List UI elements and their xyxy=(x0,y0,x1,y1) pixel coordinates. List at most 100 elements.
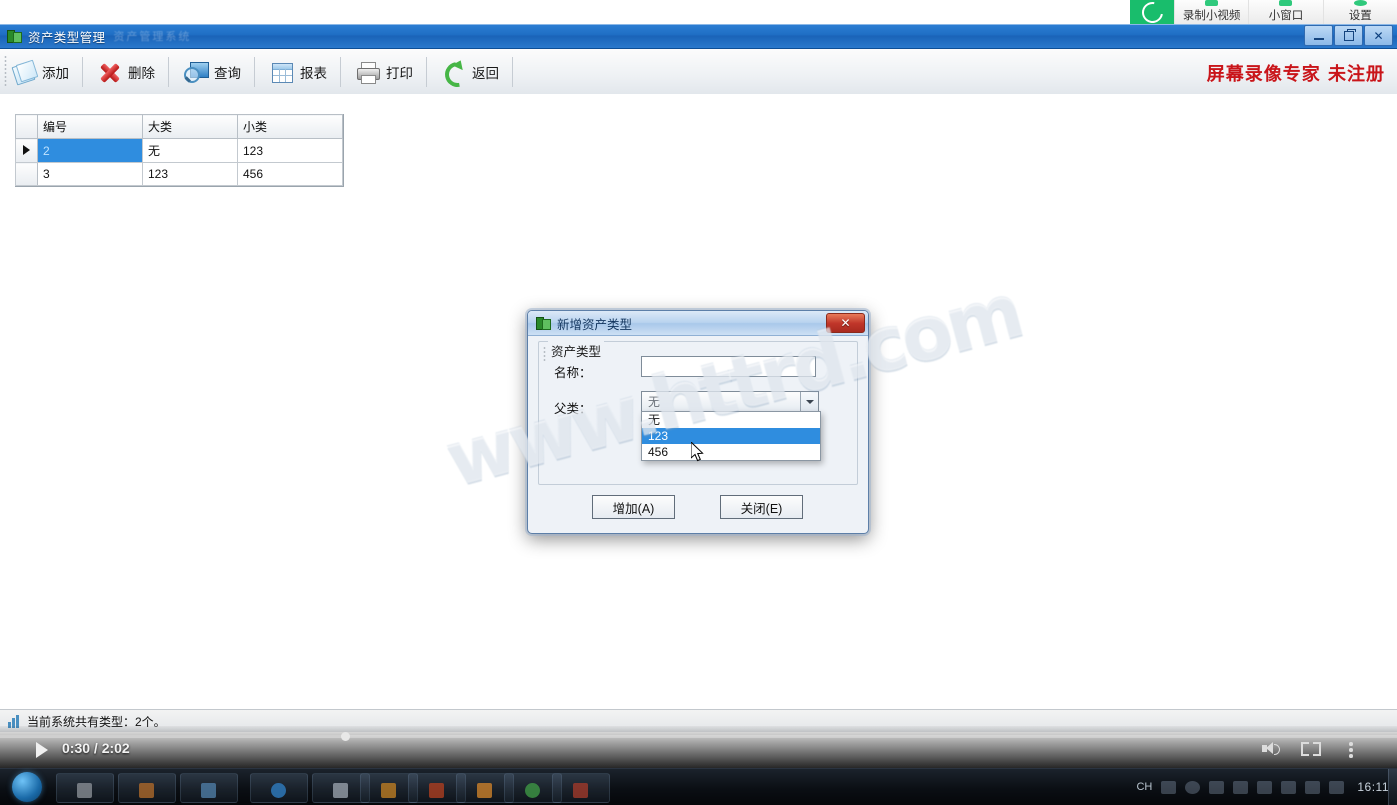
add-button[interactable]: 添加 xyxy=(4,52,79,92)
shield-icon[interactable] xyxy=(1281,780,1297,794)
parent-field-label: 父类： xyxy=(554,402,592,416)
record-video-label: 录制小视频 xyxy=(1182,10,1241,22)
shield-icon[interactable] xyxy=(1305,780,1321,794)
system-tray: CH 16:11 xyxy=(1136,769,1389,805)
row-indicator xyxy=(15,138,38,163)
cell-id[interactable]: 2 xyxy=(37,138,143,163)
cell-major[interactable]: 123 xyxy=(142,162,238,186)
mouse-cursor xyxy=(691,442,704,462)
main-toolbar: 添加 删除 查询 报表 打印 返回 屏幕录像专家 未注册 xyxy=(0,49,1397,95)
print-button-label: 打印 xyxy=(386,65,413,81)
show-desktop-button[interactable] xyxy=(1388,769,1397,805)
toolbar-separator xyxy=(168,56,169,87)
taskbar-item[interactable] xyxy=(118,773,176,803)
toolbar-separator xyxy=(82,56,83,87)
toolbar-separator xyxy=(512,56,513,87)
grid-header-row: 编号 大类 小类 xyxy=(15,114,343,139)
taskbar-item[interactable] xyxy=(552,773,610,803)
back-button[interactable]: 返回 xyxy=(434,52,509,92)
video-timecode: 0:30 / 2:02 xyxy=(62,740,130,756)
table-row[interactable]: 3 123 456 xyxy=(15,162,343,186)
parent-combobox[interactable]: 无 xyxy=(641,391,819,412)
small-window-icon xyxy=(1279,0,1293,6)
report-button-label: 报表 xyxy=(300,65,327,81)
groupbox-label: 资产类型 xyxy=(548,341,605,360)
column-header-minor[interactable]: 小类 xyxy=(237,114,343,139)
play-icon[interactable] xyxy=(36,742,48,758)
window-title: 资产类型管理 xyxy=(28,30,106,45)
dropdown-option-456[interactable]: 456 xyxy=(642,444,820,460)
add-asset-type-dialog: 新增资产类型 ✕ 资产类型 名称： 父类： 无 无 123 456 增加(A) … xyxy=(527,310,869,534)
delete-button-label: 删除 xyxy=(128,65,155,81)
small-window-label: 小窗口 xyxy=(1268,10,1304,22)
minimize-button[interactable] xyxy=(1304,25,1333,46)
row-indicator xyxy=(15,162,38,186)
gear-icon xyxy=(1353,0,1367,6)
application-window: 资产类型管理 资产管理系统 ✕ 添加 删除 查询 报表 打印 返回 屏幕录像专家… xyxy=(0,24,1397,732)
asset-type-grid[interactable]: 编号 大类 小类 2 无 123 3 123 456 xyxy=(15,114,344,187)
dialog-add-button[interactable]: 增加(A) xyxy=(592,495,675,519)
windows-start-orb-icon[interactable] xyxy=(12,772,42,802)
dropdown-option-123[interactable]: 123 xyxy=(642,428,820,444)
e-logo-icon[interactable] xyxy=(1130,0,1174,27)
print-button[interactable]: 打印 xyxy=(348,52,423,92)
close-button[interactable]: ✕ xyxy=(1364,25,1393,46)
query-button-label: 查询 xyxy=(214,65,241,81)
recorder-watermark-text: 屏幕录像专家 未注册 xyxy=(1206,64,1385,85)
grid-table: 编号 大类 小类 2 无 123 3 123 456 xyxy=(15,114,343,186)
app-icon xyxy=(7,29,22,43)
video-progress-handle[interactable] xyxy=(340,732,350,741)
toolbar-separator xyxy=(340,56,341,87)
row-indicator-header xyxy=(15,114,38,139)
cell-major[interactable]: 无 xyxy=(142,138,238,163)
shield-icon[interactable] xyxy=(1329,780,1345,794)
toolbar-separator xyxy=(426,56,427,87)
cell-minor[interactable]: 456 xyxy=(237,162,343,186)
input-method-indicator[interactable]: CH xyxy=(1136,781,1152,793)
report-button[interactable]: 报表 xyxy=(262,52,337,92)
settings-button[interactable]: 设置 xyxy=(1322,0,1397,24)
taskbar-item[interactable] xyxy=(250,773,308,803)
record-video-icon xyxy=(1205,0,1219,6)
small-window-button[interactable]: 小窗口 xyxy=(1248,0,1322,24)
dialog-titlebar: 新增资产类型 ✕ xyxy=(528,311,868,336)
restore-button[interactable] xyxy=(1334,25,1363,46)
search-monitor-icon xyxy=(183,59,209,85)
table-grid-icon xyxy=(269,59,295,85)
volume-icon[interactable] xyxy=(1261,740,1281,758)
window-ghost-title: 资产管理系统 xyxy=(113,31,192,43)
taskbar-item[interactable] xyxy=(180,773,238,803)
taskbar-item[interactable] xyxy=(56,773,114,803)
dialog-close-action-button[interactable]: 关闭(E) xyxy=(720,495,803,519)
table-row[interactable]: 2 无 123 xyxy=(15,138,343,163)
delete-button[interactable]: 删除 xyxy=(90,52,165,92)
query-button[interactable]: 查询 xyxy=(176,52,251,92)
dropdown-option-none[interactable]: 无 xyxy=(642,412,820,428)
help-icon[interactable] xyxy=(1185,780,1201,794)
printer-icon xyxy=(355,59,381,85)
dialog-close-button[interactable]: ✕ xyxy=(826,313,865,333)
column-header-major[interactable]: 大类 xyxy=(142,114,238,139)
monitor-icon[interactable] xyxy=(1257,780,1273,794)
taskbar-clock[interactable]: 16:11 xyxy=(1357,780,1389,794)
record-video-button[interactable]: 录制小视频 xyxy=(1174,0,1248,24)
arrow-up-icon[interactable] xyxy=(1233,780,1249,794)
network-icon[interactable] xyxy=(1209,780,1225,794)
kebab-menu-icon[interactable] xyxy=(1341,740,1361,758)
video-progress-bar[interactable] xyxy=(0,732,1397,741)
red-x-icon xyxy=(97,59,123,85)
name-input[interactable] xyxy=(641,356,816,377)
cell-id[interactable]: 3 xyxy=(37,162,143,186)
chevron-down-icon[interactable] xyxy=(800,392,818,411)
settings-label: 设置 xyxy=(1348,10,1372,22)
window-controls: ✕ xyxy=(1304,25,1393,46)
cell-minor[interactable]: 123 xyxy=(237,138,343,163)
keyboard-icon[interactable] xyxy=(1161,780,1177,794)
row-arrow-icon xyxy=(23,144,30,155)
name-field-label: 名称： xyxy=(554,366,592,380)
parent-dropdown-list[interactable]: 无 123 456 xyxy=(641,411,821,461)
video-player-controls: 0:30 / 2:02 xyxy=(0,726,1397,768)
dialog-title: 新增资产类型 xyxy=(557,317,633,332)
fullscreen-icon[interactable] xyxy=(1301,740,1321,758)
column-header-id[interactable]: 编号 xyxy=(37,114,143,139)
